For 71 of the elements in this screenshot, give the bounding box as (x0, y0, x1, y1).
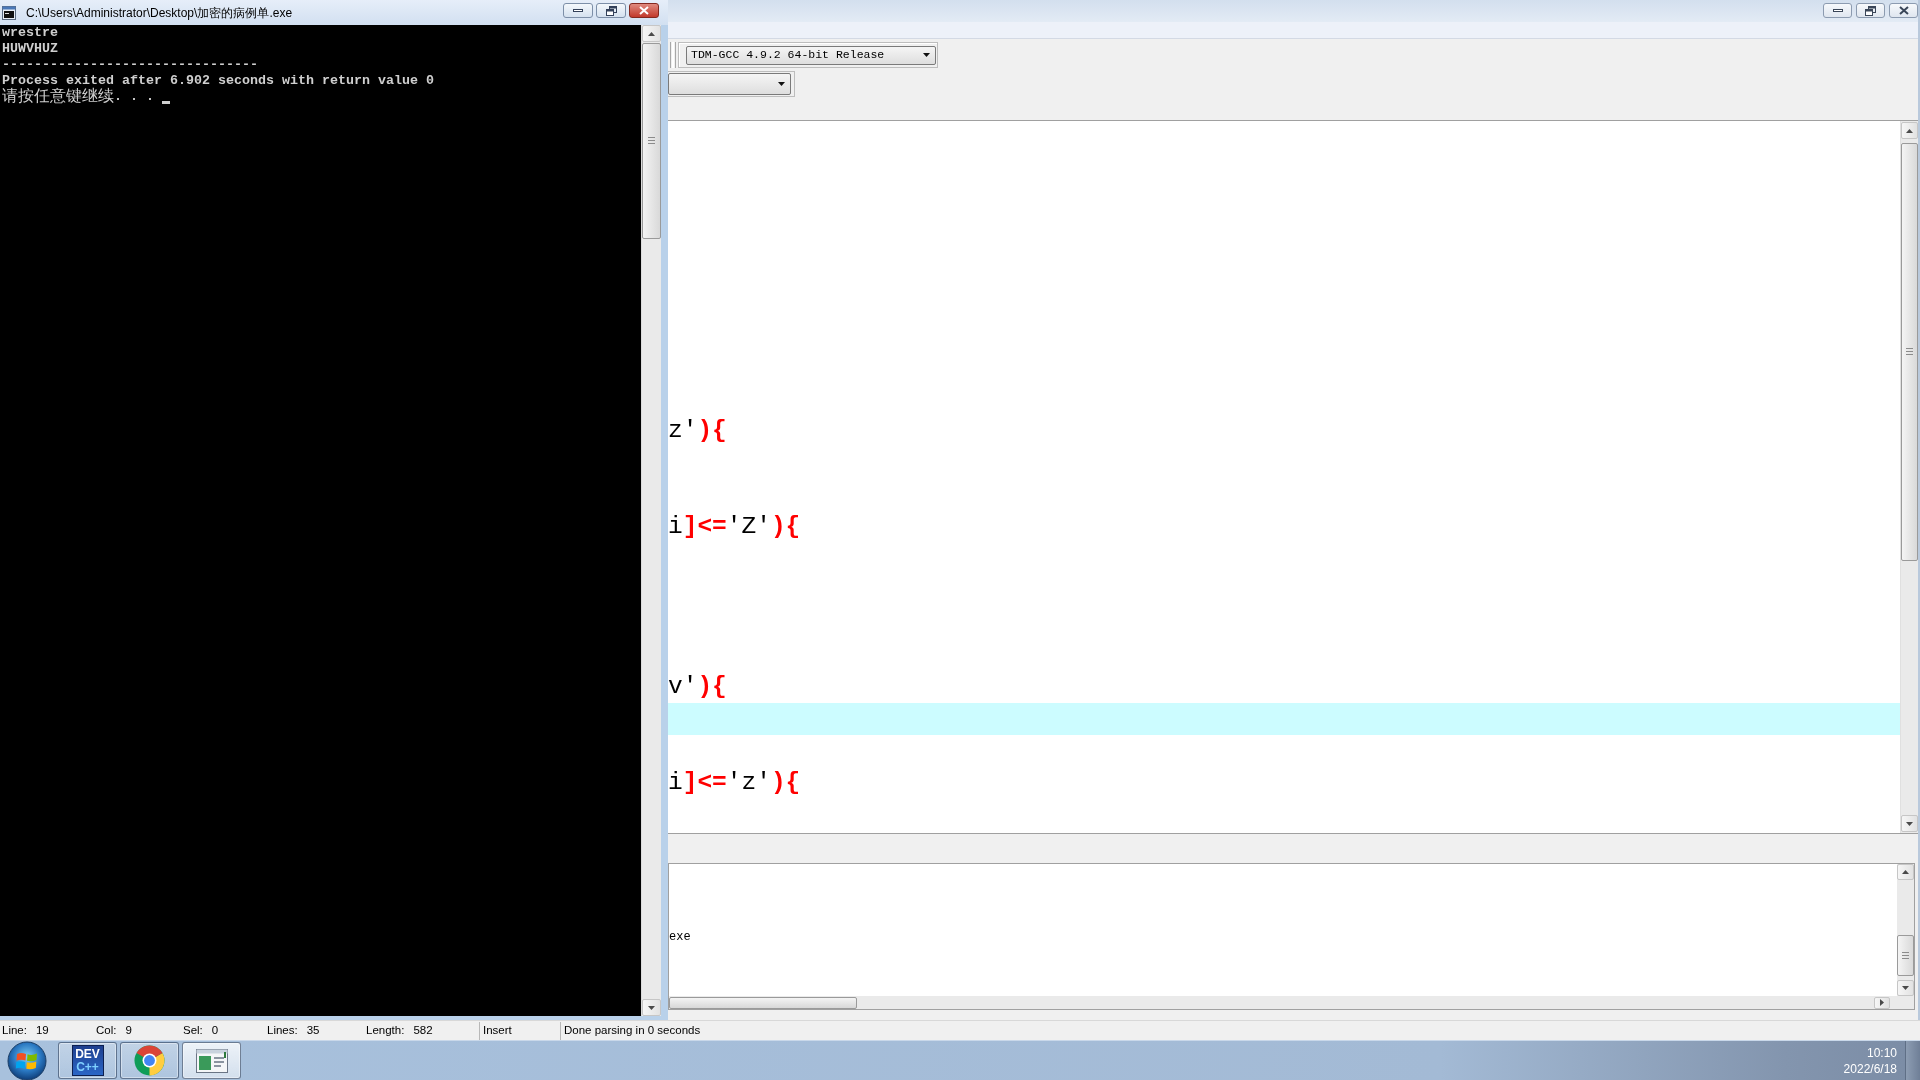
close-button[interactable] (1889, 3, 1918, 18)
minimize-icon (1832, 9, 1843, 12)
code-line: i]<='z'){ (668, 768, 801, 798)
console-line: Process exited after 6.902 seconds with return value 0 (2, 73, 434, 88)
log-text: exe (669, 930, 691, 944)
minimize-button[interactable] (1823, 3, 1852, 18)
cursor-icon (162, 101, 170, 104)
restore-button[interactable] (596, 3, 626, 18)
scroll-down-button[interactable] (1901, 815, 1918, 832)
console-line: wrestre (2, 25, 58, 41)
scroll-thumb[interactable] (1897, 935, 1914, 976)
restore-button[interactable] (1856, 3, 1885, 18)
start-button[interactable] (4, 1040, 50, 1080)
caret-icon (923, 53, 930, 57)
scroll-right-button[interactable] (1874, 996, 1890, 1009)
clock-time: 10:10 (1866, 1044, 1897, 1061)
close-icon (639, 6, 649, 15)
status-label: Lines: (267, 1022, 298, 1038)
code-line: v'){ (668, 672, 727, 702)
scroll-thumb[interactable] (669, 996, 857, 1009)
taskbar-button[interactable]: DEV C++ (58, 1042, 117, 1079)
restore-icon (1865, 5, 1876, 16)
scroll-up-button[interactable] (1901, 122, 1918, 139)
start-orb-icon (7, 1040, 47, 1080)
console-line: -------------------------------- (2, 57, 258, 73)
edit-mode: Insert (483, 1022, 512, 1038)
close-button[interactable] (629, 3, 659, 18)
console-line: 请按任意键继续. . . (2, 89, 154, 105)
status-value: 19 (35, 1022, 49, 1038)
code-line: i]<='Z'){ (668, 512, 801, 542)
scroll-down-button[interactable] (642, 999, 661, 1016)
minimize-button[interactable] (563, 3, 593, 18)
down-arrow-icon (648, 1005, 655, 1010)
status-value: 35 (306, 1022, 320, 1038)
status-label: Line: (2, 1022, 27, 1038)
scroll-up-button[interactable] (642, 25, 661, 42)
restore-icon (605, 5, 617, 16)
circle-logo-icon (134, 1045, 165, 1076)
code-line: z'){ (668, 416, 727, 446)
status-message: Done parsing in 0 seconds (564, 1022, 701, 1038)
dropdown-field[interactable] (668, 73, 791, 95)
grip-icon (670, 42, 676, 68)
window-icon (195, 1048, 228, 1073)
up-arrow-icon (1902, 870, 1909, 874)
taskbar-button[interactable] (120, 1042, 179, 1079)
show-desktop-button[interactable] (1905, 1040, 1920, 1080)
compiler-dropdown[interactable]: TDM-GCC 4.9.2 64-bit Release (686, 45, 936, 65)
status-value: 582 (413, 1022, 433, 1038)
scroll-up-button[interactable] (1897, 864, 1914, 880)
minimize-icon (573, 9, 583, 12)
scroll-thumb[interactable] (1901, 143, 1918, 561)
window-title: C:\Users\Administrator\Desktop\加密的病例单.exe (26, 4, 294, 22)
clock-date: 2022/6/18 (1843, 1060, 1897, 1077)
taskbar-button[interactable] (182, 1042, 241, 1079)
up-arrow-icon (1906, 128, 1913, 133)
console-line: HUWVHUZ (2, 41, 58, 57)
app-logo: DEV C++ (71, 1045, 104, 1076)
status-label: Length: (366, 1022, 405, 1038)
status-label: Col: (96, 1022, 117, 1038)
down-arrow-icon (1902, 986, 1909, 990)
status-value: 9 (125, 1022, 132, 1038)
scroll-down-button[interactable] (1897, 980, 1914, 996)
caret-icon (778, 82, 785, 86)
console-icon (2, 5, 16, 20)
down-arrow-icon (1906, 821, 1913, 826)
right-arrow-icon (1880, 999, 1884, 1006)
status-label: Sel: (183, 1022, 203, 1038)
close-icon (1898, 6, 1909, 15)
up-arrow-icon (648, 31, 655, 36)
status-value: 0 (211, 1022, 219, 1038)
scroll-thumb[interactable] (642, 43, 661, 239)
